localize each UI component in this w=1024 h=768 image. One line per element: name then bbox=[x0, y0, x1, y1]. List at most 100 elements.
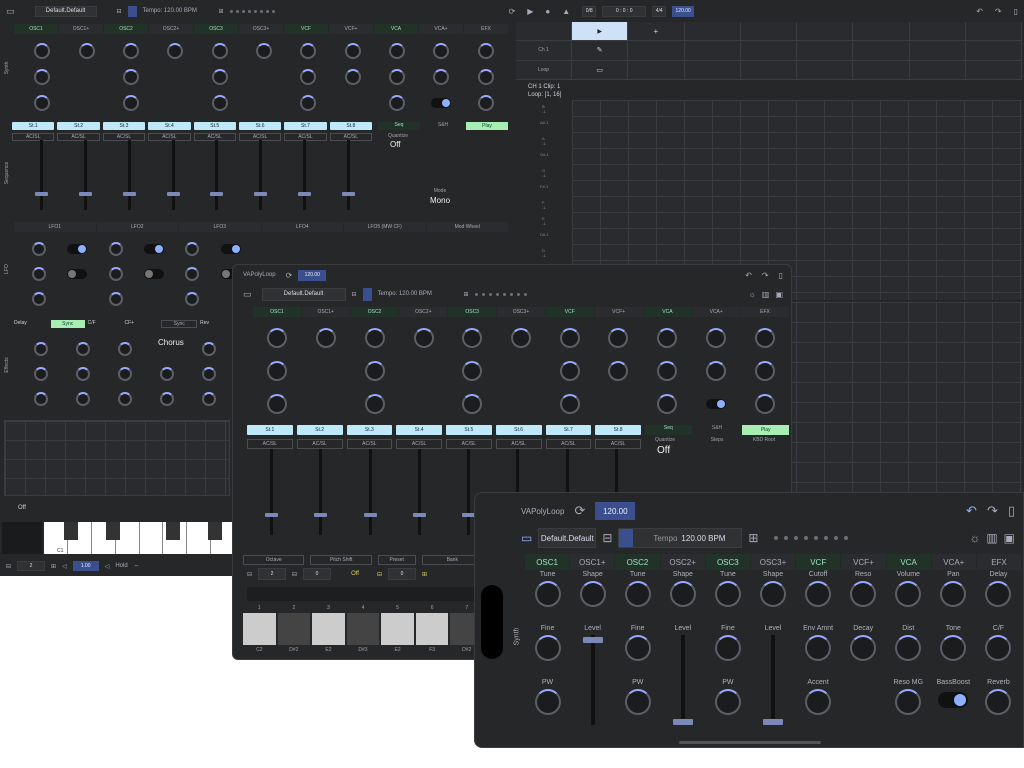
step-button-5[interactable]: St.5 bbox=[446, 425, 492, 435]
fine-knob[interactable]: Fine bbox=[615, 625, 660, 679]
shift-minus-button[interactable]: ⊟ bbox=[292, 571, 297, 578]
acsl-button[interactable]: AC/SL bbox=[545, 439, 592, 449]
tab-osc1[interactable]: OSC1 bbox=[525, 554, 570, 570]
tab-osc2-plus[interactable]: OSC2+ bbox=[399, 307, 448, 317]
level-fader[interactable]: Level bbox=[570, 625, 615, 733]
tab-osc2[interactable]: OSC2 bbox=[104, 24, 148, 34]
sync-icon[interactable]: ⟳ bbox=[574, 503, 585, 519]
folder-icon[interactable]: ▭ bbox=[6, 6, 15, 17]
dist-knob[interactable]: Dist bbox=[886, 625, 931, 679]
octave-value[interactable]: 2 bbox=[17, 561, 46, 571]
bottom-tabs[interactable]: Octave Pitch Shift Preset Bank bbox=[243, 555, 483, 565]
pad-row[interactable]: 1 2 3 4 5 6 7 C2 D#2 E2 D#3 E2 F3 D#2 bbox=[243, 605, 483, 653]
tab-efx[interactable]: EFX bbox=[741, 307, 789, 317]
tab-efx[interactable]: EFX bbox=[464, 24, 508, 34]
volume-up-icon[interactable]: ◁ bbox=[105, 563, 110, 570]
tab-osc1-plus[interactable]: OSC1+ bbox=[570, 554, 615, 570]
play-toggle[interactable]: Play bbox=[742, 425, 790, 435]
volume-down-icon[interactable]: ◁ bbox=[62, 563, 67, 570]
reverb-knob[interactable]: Reverb bbox=[976, 679, 1021, 733]
seq-tabs[interactable]: Seq S&H Play bbox=[378, 122, 508, 130]
tab-osc1[interactable]: OSC1 bbox=[14, 24, 58, 34]
preset-selector[interactable]: Default.Default bbox=[34, 5, 97, 17]
tab-vca[interactable]: VCA bbox=[643, 307, 692, 317]
drag-handle[interactable] bbox=[481, 585, 503, 659]
volume-knob[interactable]: Volume bbox=[886, 571, 931, 625]
synth-module-tabs[interactable]: OSC1 OSC1+ OSC2 OSC2+ OSC3 OSC3+ VCF VCF… bbox=[14, 24, 508, 34]
decay-knob[interactable]: Decay bbox=[841, 625, 886, 679]
tab-osc2-plus[interactable]: OSC2+ bbox=[149, 24, 193, 34]
pw-knob[interactable]: PW bbox=[525, 679, 570, 733]
tab-osc2[interactable]: OSC2 bbox=[615, 554, 660, 570]
scene-play-button[interactable]: ▶ bbox=[572, 22, 629, 42]
tab-lfo1[interactable]: LFO1 bbox=[14, 222, 96, 232]
metronome-icon[interactable]: ▲ bbox=[562, 7, 570, 16]
loop-clip-icon[interactable]: ▭ bbox=[572, 60, 629, 80]
mod-strip[interactable] bbox=[2, 522, 42, 554]
tab-seq[interactable]: Seq bbox=[378, 122, 420, 130]
play-icon[interactable]: ▶ bbox=[527, 7, 533, 16]
pad-key[interactable] bbox=[312, 613, 345, 645]
seq-tabs[interactable]: Seq S&H Play bbox=[645, 425, 790, 435]
minus-button[interactable]: ⊟ bbox=[117, 8, 122, 15]
tab-vca[interactable]: VCA bbox=[374, 24, 418, 34]
acsl-button[interactable]: AC/SL bbox=[396, 439, 442, 449]
tab-lfo2[interactable]: LFO2 bbox=[96, 222, 178, 232]
folder-icon[interactable]: ▭ bbox=[243, 289, 252, 300]
stop-icon[interactable]: ● bbox=[545, 7, 550, 16]
lfo-tabs[interactable]: LFO1 LFO2 LFO3 LFO4 LFO5 (MW CF) Mod Whe… bbox=[14, 222, 508, 232]
quantize-value[interactable]: Off bbox=[390, 140, 401, 149]
piano-icon[interactable]: ▥ bbox=[762, 290, 770, 299]
tempo-slider-thumb[interactable] bbox=[362, 287, 372, 301]
tune-knob[interactable]: Tune bbox=[705, 571, 750, 625]
tab-osc2-plus[interactable]: OSC2+ bbox=[660, 554, 705, 570]
lfo-knob-grid[interactable] bbox=[20, 236, 250, 312]
env-amount-knob[interactable]: Env Amnt bbox=[796, 625, 841, 679]
tab-vca-plus[interactable]: VCA+ bbox=[419, 24, 463, 34]
expand-icon[interactable]: ⇔ bbox=[134, 563, 140, 569]
pw-knob[interactable]: PW bbox=[615, 679, 660, 733]
accent-knob[interactable]: Accent bbox=[796, 679, 841, 733]
tab-efx[interactable]: EFX bbox=[976, 554, 1022, 570]
octave-plus-button[interactable]: ⊞ bbox=[51, 563, 56, 570]
bank-minus-button[interactable]: ⊟ bbox=[377, 571, 382, 578]
tempo-slider-thumb[interactable] bbox=[127, 5, 137, 17]
fine-knob[interactable]: Fine bbox=[705, 625, 750, 679]
acsl-button[interactable]: AC/SL bbox=[247, 439, 293, 449]
step-button-4[interactable]: St.4 bbox=[148, 122, 191, 130]
tab-vcf[interactable]: VCF bbox=[545, 307, 594, 317]
step-button-5[interactable]: St.5 bbox=[193, 122, 236, 130]
velocity-value[interactable]: 1.00 bbox=[72, 561, 99, 571]
synth-knob-grid[interactable] bbox=[20, 38, 508, 116]
sidebar-icon[interactable]: ▯ bbox=[779, 271, 783, 280]
preset-selector[interactable]: Default.Default bbox=[261, 287, 346, 301]
tab-vcf-plus[interactable]: VCF+ bbox=[329, 24, 373, 34]
tab-osc3-plus[interactable]: OSC3+ bbox=[497, 307, 545, 317]
plus-button[interactable]: ⊞ bbox=[219, 8, 224, 15]
step-button-7[interactable]: St.7 bbox=[284, 122, 327, 130]
octave-minus-button[interactable]: ⊟ bbox=[247, 571, 252, 578]
pad-key[interactable] bbox=[243, 613, 276, 645]
cutoff-knob[interactable]: Cutoff bbox=[796, 571, 841, 625]
loop-icon[interactable]: ⟳ bbox=[509, 7, 516, 16]
wave-icon[interactable]: ▣ bbox=[775, 290, 783, 299]
bank-plus-button[interactable]: ⊞ bbox=[422, 571, 427, 578]
tab-osc2[interactable]: OSC2 bbox=[350, 307, 399, 317]
bpm-display[interactable]: 120.00 bbox=[298, 269, 327, 281]
plus-button[interactable]: ⊞ bbox=[464, 291, 469, 298]
tone-knob[interactable]: Tone bbox=[931, 625, 976, 679]
shape-knob[interactable]: Shape bbox=[570, 571, 615, 625]
page-dots[interactable] bbox=[229, 9, 275, 13]
quantize-value[interactable]: Off bbox=[657, 445, 670, 456]
tab-osc1[interactable]: OSC1 bbox=[253, 307, 301, 317]
shape-knob[interactable]: Shape bbox=[750, 571, 795, 625]
tab-osc1-plus[interactable]: OSC1+ bbox=[301, 307, 350, 317]
fine-knob[interactable]: Fine bbox=[525, 625, 570, 679]
acsl-button[interactable]: AC/SL bbox=[346, 439, 393, 449]
step-button-4[interactable]: St.4 bbox=[396, 425, 442, 435]
redo-icon[interactable]: ↷ bbox=[987, 503, 998, 519]
step-button-8[interactable]: St.8 bbox=[329, 122, 372, 130]
pan-knob[interactable]: Pan bbox=[931, 571, 976, 625]
tempo-slider-thumb[interactable] bbox=[619, 529, 634, 547]
step-button-2[interactable]: St.2 bbox=[57, 122, 100, 130]
